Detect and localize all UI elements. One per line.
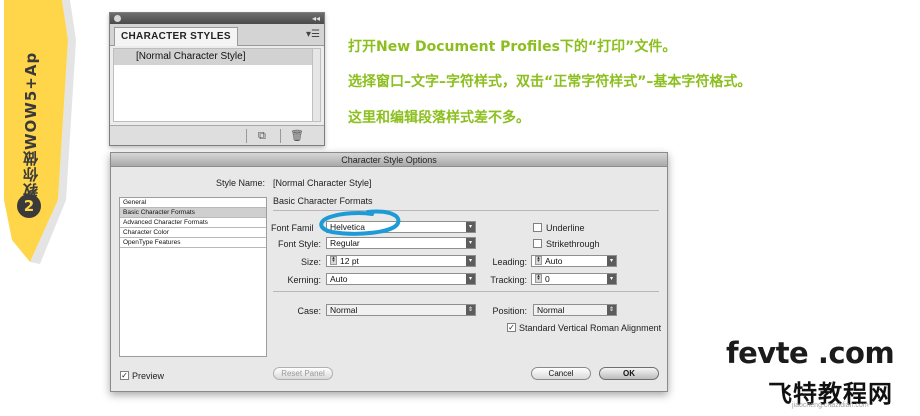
position-select[interactable]: Normal ⇕	[533, 304, 617, 316]
chevron-down-icon: ▾	[607, 274, 616, 284]
font-style-label: Font Style:	[277, 239, 321, 249]
style-name-label: Style Name:	[215, 178, 265, 188]
tab-character-styles[interactable]: CHARACTER STYLES	[114, 27, 238, 46]
panel-scrollbar[interactable]	[312, 48, 321, 122]
delete-icon[interactable]: 🗑	[290, 129, 304, 143]
category-character-color[interactable]: Character Color	[120, 228, 266, 238]
instruction-line-2: 选择窗口–文字–字符样式，双击“正常字符样式”–基本字符格式。	[348, 74, 752, 90]
strikethrough-label: Strikethrough	[546, 239, 600, 249]
cancel-button[interactable]: Cancel	[531, 367, 591, 380]
dialog-title: Character Style Options	[111, 153, 667, 167]
case-label: Case:	[297, 306, 321, 316]
ok-button[interactable]: OK	[599, 367, 659, 380]
category-list: General Basic Character Formats Advanced…	[119, 197, 267, 357]
step-number: 2	[17, 194, 41, 218]
collapse-icon[interactable]: ◂◂	[312, 13, 320, 24]
section-divider	[273, 291, 659, 292]
new-style-icon[interactable]: ⧉	[258, 129, 266, 143]
font-family-value: Helvetica	[330, 222, 365, 232]
tracking-label: Tracking:	[490, 275, 527, 285]
stepper-icon[interactable]: ▴ ▾	[330, 256, 337, 265]
font-style-select[interactable]: Regular ▾	[326, 237, 476, 249]
style-name-value: [Normal Character Style]	[273, 178, 372, 188]
case-select[interactable]: Normal ⇕	[326, 304, 476, 316]
chevron-updown-icon: ⇕	[607, 305, 616, 315]
step-banner: 教你做WOW5+Ap 2	[0, 0, 92, 270]
font-style-value: Regular	[330, 238, 360, 248]
leading-label: Leading:	[492, 257, 527, 267]
chevron-updown-icon: ⇕	[466, 305, 475, 315]
watermark-url: jiaocheng.chazidian.com	[792, 402, 869, 409]
section-divider	[273, 210, 659, 211]
tracking-value: 0	[545, 274, 550, 284]
instruction-line-1: 打开New Document Profiles下的“打印”文件。	[348, 39, 677, 55]
size-label: Size:	[300, 257, 321, 267]
kerning-select[interactable]: Auto ▾	[326, 273, 476, 285]
styles-list: [Normal Character Style]	[113, 48, 313, 122]
section-title: Basic Character Formats	[273, 196, 373, 206]
category-advanced-character-formats[interactable]: Advanced Character Formats	[120, 218, 266, 228]
tracking-field[interactable]: ▴ ▾ 0 ▾	[531, 273, 617, 285]
panel-footer: ⧉ 🗑	[110, 125, 324, 145]
chevron-down-icon: ▾	[466, 274, 475, 284]
category-general[interactable]: General	[120, 198, 266, 208]
svra-label: Standard Vertical Roman Alignment	[519, 323, 662, 333]
stepper-icon[interactable]: ▴ ▾	[535, 274, 542, 283]
kerning-value: Auto	[330, 274, 348, 284]
panel-tab-row: CHARACTER STYLES ▾☰	[110, 24, 324, 46]
kerning-label: Kerning:	[287, 275, 321, 285]
character-styles-panel: ◂◂ CHARACTER STYLES ▾☰ [Normal Character…	[109, 12, 325, 146]
character-style-options-dialog: Character Style Options Style Name: [Nor…	[110, 152, 668, 392]
banner-title: 教你做WOW5+Ap	[22, 51, 40, 199]
footer-divider	[280, 129, 281, 143]
svra-checkbox[interactable]: ✓	[507, 323, 516, 332]
case-value: Normal	[330, 305, 358, 315]
chevron-down-icon: ▾	[466, 256, 475, 266]
panel-menu-icon[interactable]: ▾☰	[306, 29, 320, 41]
size-field[interactable]: ▴ ▾ 12 pt ▾	[326, 255, 476, 267]
chevron-down-icon: ▾	[607, 256, 616, 266]
strikethrough-checkbox[interactable]	[533, 239, 542, 248]
position-value: Normal	[537, 305, 565, 315]
stepper-icon[interactable]: ▴ ▾	[535, 256, 542, 265]
font-family-label: Font Famil	[271, 223, 314, 233]
underline-label: Underline	[546, 223, 585, 233]
reset-panel-button[interactable]: Reset Panel	[273, 367, 333, 380]
instruction-line-3: 这里和编辑段落样式差不多。	[348, 110, 530, 126]
chevron-down-icon: ▾	[466, 222, 475, 232]
footer-divider	[246, 129, 247, 143]
position-label: Position:	[492, 306, 527, 316]
category-basic-character-formats[interactable]: Basic Character Formats	[120, 208, 266, 218]
preview-label: Preview	[132, 371, 165, 381]
watermark-site: fevte .com	[726, 336, 895, 370]
watermark: fevte .com 飞特教程网 jiaocheng.chazidian.com	[718, 336, 918, 416]
underline-checkbox[interactable]	[533, 223, 542, 232]
leading-field[interactable]: ▴ ▾ Auto ▾	[531, 255, 617, 267]
panel-titlebar: ◂◂	[110, 13, 324, 24]
size-value: 12 pt	[340, 256, 359, 266]
close-icon[interactable]	[114, 15, 121, 22]
preview-checkbox[interactable]: ✓	[120, 371, 129, 380]
chevron-down-icon: ▾	[466, 238, 475, 248]
font-family-select[interactable]: Helvetica ▾	[326, 221, 476, 233]
leading-value: Auto	[545, 256, 563, 266]
category-opentype-features[interactable]: OpenType Features	[120, 238, 266, 248]
list-item[interactable]: [Normal Character Style]	[114, 49, 312, 65]
